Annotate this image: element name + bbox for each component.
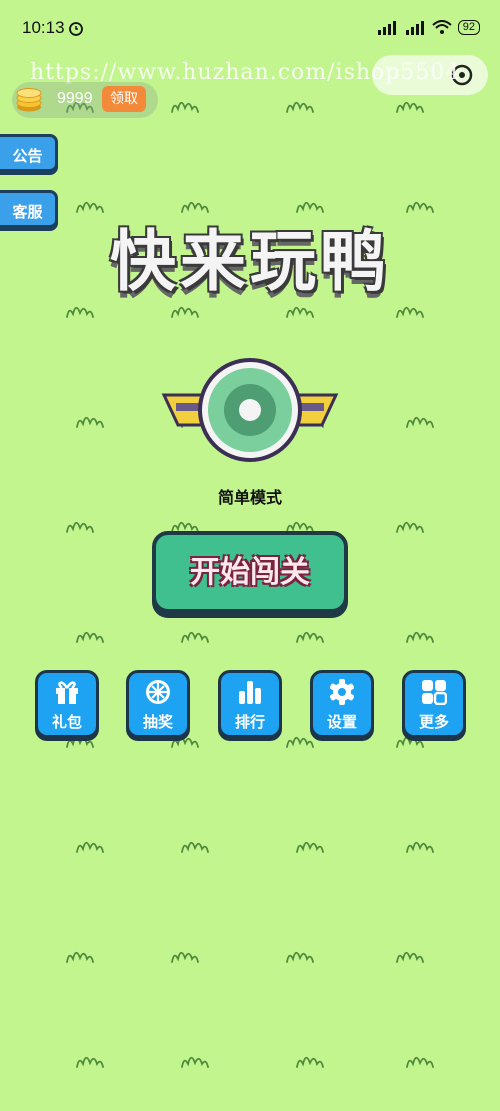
grass-tuft <box>171 101 199 113</box>
rank-badge-icon <box>161 358 339 462</box>
grass-tuft <box>171 951 199 963</box>
ranking-button[interactable]: 排行 <box>218 670 282 738</box>
grass-tuft <box>296 1056 324 1068</box>
claim-button[interactable]: 领取 <box>102 86 146 112</box>
grass-tuft <box>181 1056 209 1068</box>
grass-tuft <box>286 951 314 963</box>
grass-tuft <box>406 631 434 643</box>
status-indicators: 92 <box>376 20 480 35</box>
lottery-label: 抽奖 <box>142 713 173 731</box>
grass-tuft <box>181 631 209 643</box>
game-title: 快来玩鸭 <box>110 223 390 300</box>
settings-button[interactable]: 设置 <box>310 670 374 738</box>
grass-tuft <box>406 841 434 853</box>
more-label: 更多 <box>418 713 449 731</box>
grass-tuft <box>296 841 324 853</box>
gear-icon <box>329 679 355 705</box>
grass-tuft <box>286 101 314 113</box>
gift-icon <box>56 681 78 704</box>
status-time: 10:13 <box>22 18 65 37</box>
grid-icon <box>422 680 447 705</box>
grass-tuft <box>406 416 434 428</box>
grass-tuft <box>76 416 104 428</box>
more-button[interactable]: 更多 <box>402 670 466 738</box>
grass-tuft <box>76 1056 104 1068</box>
wifi-icon <box>432 20 452 34</box>
coin-count: 9999 <box>57 90 93 107</box>
grass-tuft <box>396 101 424 113</box>
notice-button[interactable]: 公告 <box>0 134 58 172</box>
wheel-icon <box>146 680 170 704</box>
alarm-icon <box>69 22 83 36</box>
coin-stack-icon <box>16 88 42 112</box>
grass-tuft <box>181 841 209 853</box>
signal-icon-2 <box>405 20 424 35</box>
settings-label: 设置 <box>326 713 357 731</box>
ranking-label: 排行 <box>234 713 265 731</box>
grass-tuft <box>76 841 104 853</box>
start-button-label[interactable]: 开始闯关 <box>152 547 348 591</box>
grass-tuft <box>66 951 94 963</box>
bar-chart-icon <box>239 681 261 704</box>
grass-tuft <box>76 631 104 643</box>
battery-indicator: 92 <box>457 20 480 35</box>
grass-tuft <box>286 736 314 748</box>
grass-tuft <box>296 631 324 643</box>
grass-tuft <box>396 521 424 533</box>
status-bar: 10:13 92 <box>0 0 500 60</box>
gift-button[interactable]: 礼包 <box>35 670 99 738</box>
signal-icon <box>377 20 396 35</box>
gift-label: 礼包 <box>51 713 82 731</box>
grass-tuft <box>66 521 94 533</box>
grass-tuft <box>396 951 424 963</box>
grass-tuft <box>406 1056 434 1068</box>
difficulty-mode: 简单模式 <box>217 488 282 507</box>
lottery-button[interactable]: 抽奖 <box>126 670 190 738</box>
